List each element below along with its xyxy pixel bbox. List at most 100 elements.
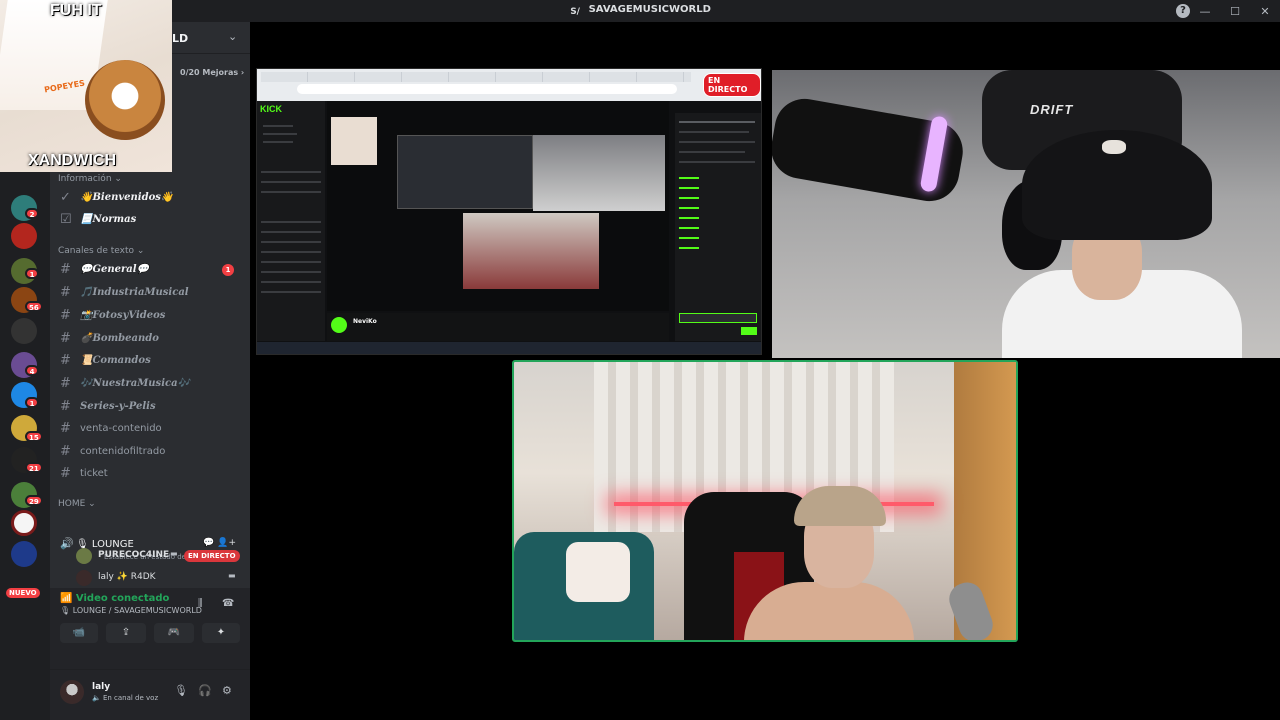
settings-gear-icon[interactable]: ⚙ — [222, 684, 232, 697]
kick-stream-meta: NeviKo — [327, 313, 669, 341]
server-icon[interactable] — [11, 541, 37, 567]
screen-share-button[interactable]: ⇪ — [106, 623, 146, 643]
browser-bar — [257, 69, 761, 101]
server-badge: 2 — [25, 208, 39, 219]
rules-icon: ✓ — [60, 190, 71, 205]
channel-fotosyvideos[interactable]: # 📸FotosyVideos — [54, 306, 242, 326]
browser-url — [297, 84, 677, 94]
channel-series-y-pelis[interactable]: # Series-y-Pelis — [54, 397, 242, 417]
sandwich-image — [85, 60, 165, 140]
hash-icon: # — [60, 399, 71, 414]
close-icon[interactable]: ✕ — [1250, 5, 1280, 18]
meme-top-text: FUH IT — [50, 2, 102, 19]
channel-label: ticket — [80, 468, 108, 479]
soundboard-button[interactable]: ✦ — [202, 623, 240, 643]
hash-icon: # — [60, 421, 71, 436]
channel-label: 👋Bienvenidos👋 — [80, 192, 174, 203]
hash-icon: # — [60, 331, 71, 346]
voice-user-name: laly ✨ R4DK — [98, 572, 156, 582]
connection-state[interactable]: 📶 Video conectado — [60, 593, 169, 604]
channel-nuestramusica[interactable]: # 🎶NuestraMusica🎶 — [54, 374, 242, 394]
help-icon[interactable]: ? — [1176, 4, 1190, 18]
disconnect-icon[interactable]: ☎ — [222, 598, 234, 609]
user-status: 🔈 En canal de voz — [92, 694, 159, 702]
server-badge: 1 — [25, 397, 39, 408]
channel-industriamusical[interactable]: # 🎵IndustriaMusical — [54, 283, 242, 303]
channel-label: 📜Comandos — [80, 355, 151, 366]
user-panel: laly 🔈 En canal de voz 🎙 🎧 ⚙ — [50, 670, 250, 720]
channel-label: 🎶NuestraMusica🎶 — [80, 378, 191, 389]
chevron-down-icon: ⌄ — [228, 30, 238, 43]
server-icon-savagemusicworld[interactable] — [11, 510, 37, 536]
channel-label: 🎵IndustriaMusical — [80, 287, 189, 298]
pillow — [566, 542, 630, 602]
avatar — [76, 548, 92, 564]
stream-tile-camera-1[interactable]: DRIFT — [772, 70, 1280, 358]
channel-label: 💬General💬 — [80, 264, 149, 275]
stream-tile-screenshare[interactable]: EN DIRECTO KICK NeviKo — [256, 68, 762, 355]
headset-icon[interactable]: 🎧 — [198, 684, 212, 697]
channel-label: 📃Normas — [80, 214, 137, 225]
channel-bienvenidos[interactable]: ✓ 👋Bienvenidos👋 — [54, 188, 242, 208]
server-glyph-icon: S/ — [570, 7, 580, 17]
hash-icon: # — [60, 466, 71, 481]
voice-user-purecoc4ine[interactable]: PURECOC4INE ▬ EN DIRECTO — [76, 547, 242, 565]
kick-sidebar: KICK — [257, 101, 325, 341]
cap-logo — [1102, 140, 1126, 154]
window-title: S/ SAVAGEMUSICWORLD — [0, 4, 1280, 19]
window-controls: — ☐ ✕ — [1190, 0, 1280, 22]
hash-icon: # — [60, 444, 71, 459]
live-badge: EN DIRECTO — [184, 550, 240, 562]
camera-icon: ▬ — [170, 549, 178, 558]
microphone-icon[interactable]: 🎙 — [174, 684, 188, 697]
meme-overlay-image: POPEYES FUH IT XANDWICH — [0, 0, 172, 172]
server-badge: 21 — [25, 462, 43, 473]
channel-general[interactable]: # 💬General💬 1 — [54, 260, 242, 280]
voice-connection-panel: 📶 Video conectado 🎙 LOUNGE / SAVAGEMUSIC… — [50, 588, 250, 670]
os-taskbar — [257, 342, 761, 354]
activities-button[interactable]: 🎮 — [154, 623, 194, 643]
window-title-text: SAVAGEMUSICWORLD — [588, 4, 711, 15]
category-info[interactable]: Información ⌄ — [58, 174, 122, 184]
channel-contenidofiltrado[interactable]: # contenidofiltrado — [54, 442, 242, 462]
server-name: LD — [172, 32, 189, 45]
hash-icon: # — [60, 262, 71, 277]
channel-label: 📸FotosyVideos — [80, 310, 166, 321]
server-badge: 1 — [25, 268, 39, 279]
voice-user-laly[interactable]: laly ✨ R4DK ▬ — [76, 569, 242, 587]
server-icon[interactable] — [11, 223, 37, 249]
hash-icon: # — [60, 353, 71, 368]
channel-label: venta-contenido — [80, 423, 162, 434]
camera-button[interactable]: 📹 — [60, 623, 98, 643]
channel-bombeando[interactable]: # 💣Bombeando — [54, 329, 242, 349]
channel-normas[interactable]: ☑ 📃Normas — [54, 210, 242, 230]
channel-ticket[interactable]: # ticket — [54, 464, 242, 484]
server-badge: 4 — [25, 365, 39, 376]
minimize-icon[interactable]: — — [1190, 5, 1220, 18]
maximize-icon[interactable]: ☐ — [1220, 5, 1250, 18]
camera-icon: ▬ — [228, 571, 236, 580]
noise-suppression-icon[interactable]: ⫼ — [198, 598, 203, 609]
avatar — [331, 317, 347, 333]
kick-stream-view — [327, 101, 669, 311]
server-badge: 29 — [25, 495, 43, 506]
avatar — [76, 570, 92, 586]
server-icon[interactable] — [11, 318, 37, 344]
category-text[interactable]: Canales de texto ⌄ — [58, 246, 144, 256]
stream-tile-camera-2[interactable] — [512, 360, 1018, 642]
channel-venta-contenido[interactable]: # venta-contenido — [54, 419, 242, 439]
speaker-icon: 🔊 — [60, 537, 74, 550]
avatar[interactable] — [60, 680, 84, 704]
browser-tabs — [261, 72, 691, 82]
category-home[interactable]: HOME ⌄ — [58, 499, 96, 509]
user-name: laly — [92, 682, 111, 692]
connection-channel[interactable]: 🎙 LOUNGE / SAVAGEMUSICWORLD — [60, 606, 202, 615]
boost-progress[interactable]: 0/20 Mejoras › — [180, 68, 244, 77]
streamer-name: NeviKo — [353, 318, 377, 325]
channel-label: Series-y-Pelis — [80, 401, 156, 412]
live-badge: EN DIRECTO — [703, 73, 761, 97]
window-titlebar: S/ SAVAGEMUSICWORLD ? — ☐ ✕ — [0, 0, 1280, 22]
mention-badge: 1 — [222, 264, 234, 276]
channel-comandos[interactable]: # 📜Comandos — [54, 351, 242, 371]
channel-label: 💣Bombeando — [80, 333, 159, 344]
